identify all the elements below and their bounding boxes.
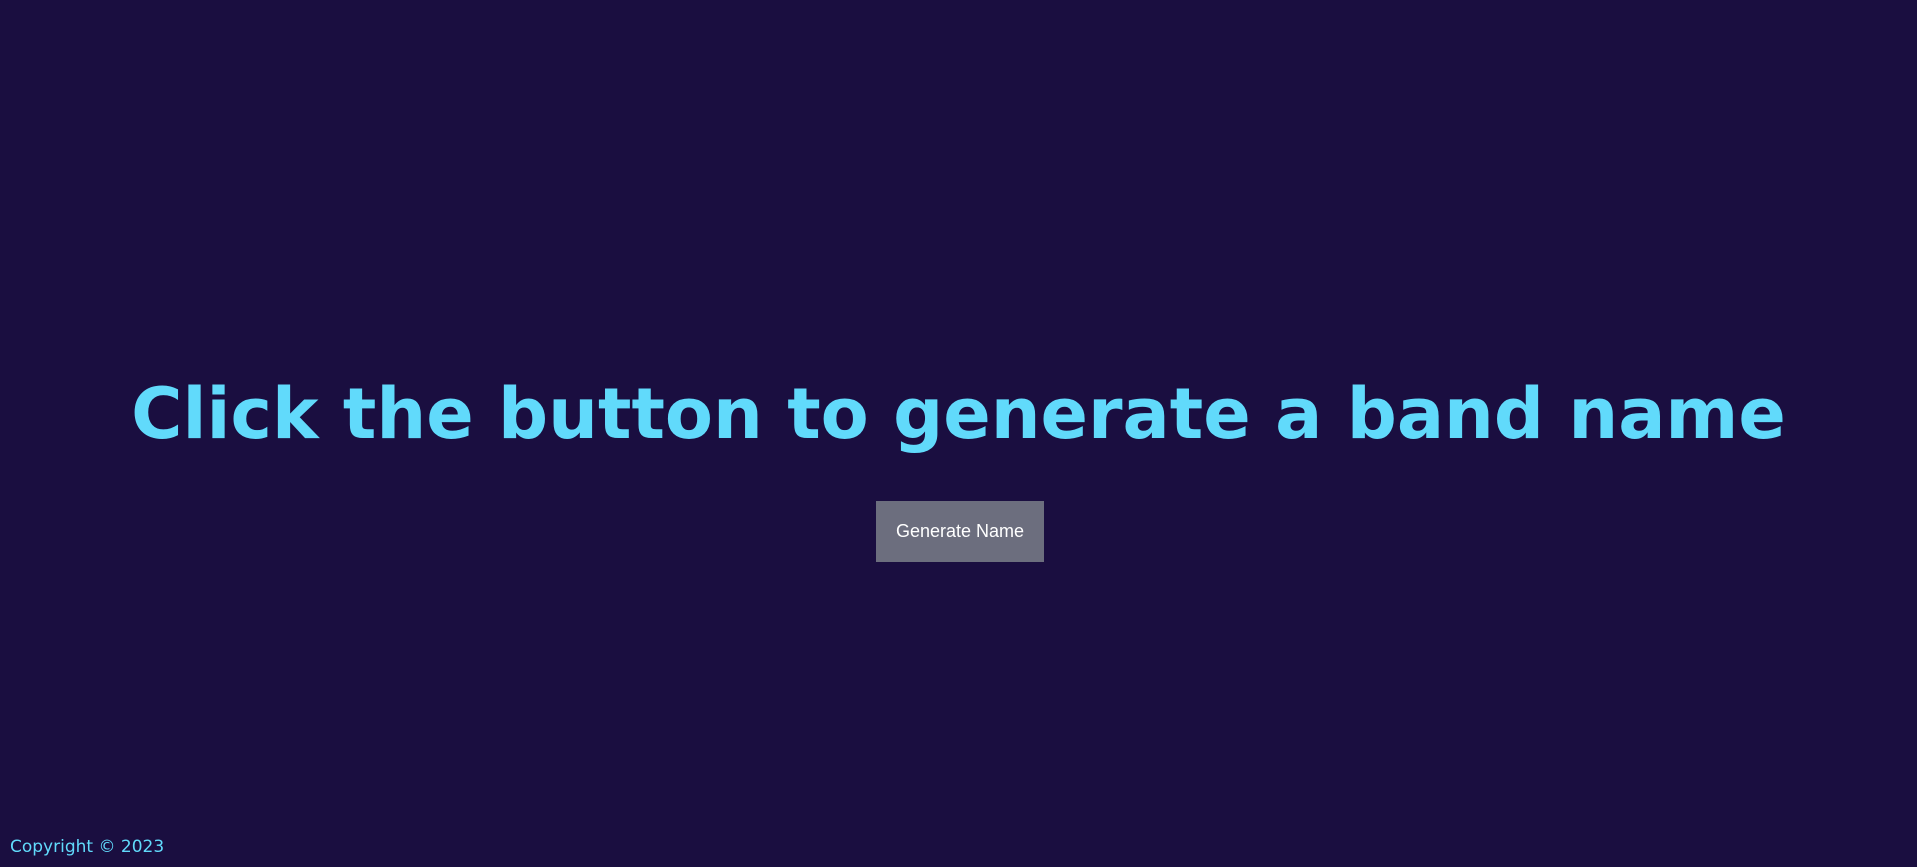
copyright-footer: Copyright © 2023 [10, 837, 165, 857]
page-headline: Click the button to generate a band name [131, 373, 1786, 455]
page: Click the button to generate a band name… [0, 0, 1917, 867]
generate-name-button[interactable]: Generate Name [876, 501, 1044, 562]
